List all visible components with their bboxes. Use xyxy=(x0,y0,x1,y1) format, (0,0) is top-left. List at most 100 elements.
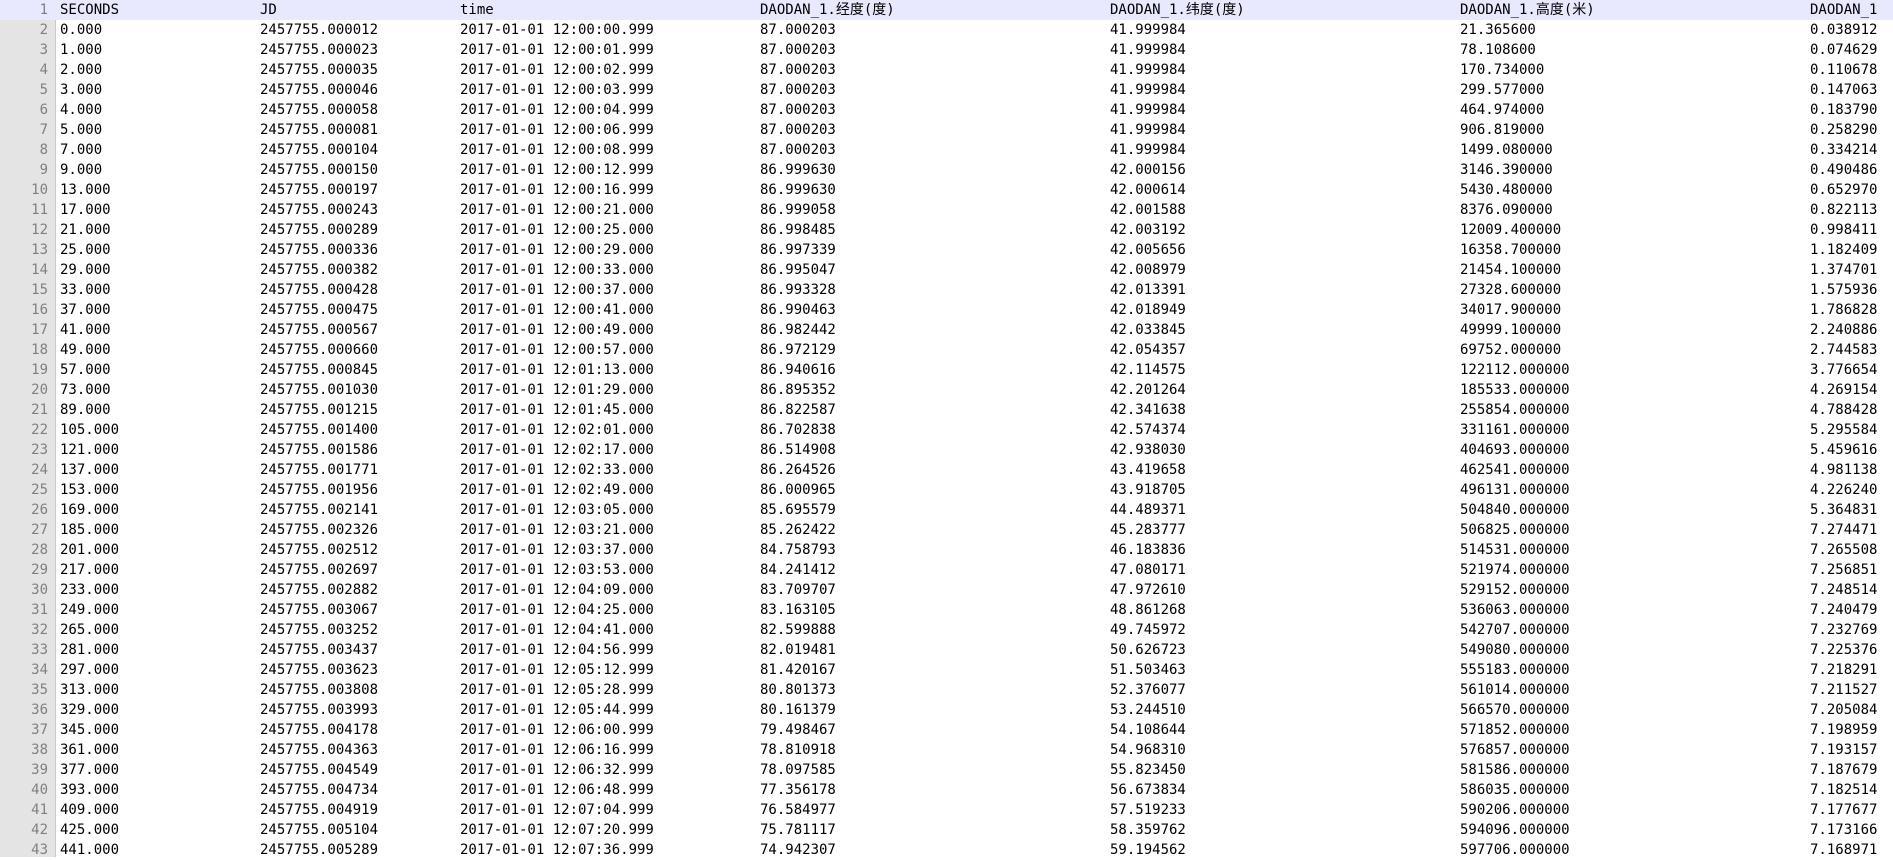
line-number: 9 xyxy=(39,162,48,178)
cell-value: 2017-01-01 12:02:17.000 xyxy=(460,442,654,458)
cell-value: 86.264526 xyxy=(760,462,836,478)
cell-value: 7.177677 xyxy=(1810,802,1878,818)
cell-value: 49.745972 xyxy=(1110,622,1186,638)
data-line[interactable]: 3 1.000 2457755.000023 2017-01-01 12:00:01.… xyxy=(0,40,1893,60)
cell-value: 80.801373 xyxy=(760,682,836,698)
data-line[interactable]: 19 57.000 2457755.000845 2017-01-01 12:01:1… xyxy=(0,360,1893,380)
data-line[interactable]: 11 17.000 2457755.000243 2017-01-01 12:00:2… xyxy=(0,200,1893,220)
cell-value: 2457755.001771 xyxy=(260,462,379,478)
data-line[interactable]: 13 25.000 2457755.000336 2017-01-01 12:00:2… xyxy=(0,240,1893,260)
cell-value: 571852.000000 xyxy=(1460,722,1570,738)
cell-value: 41.999984 xyxy=(1110,22,1186,38)
cell-value: 2457755.002882 xyxy=(260,582,379,598)
cell-value: 255854.000000 xyxy=(1460,402,1570,418)
cell-value: 2457755.001956 xyxy=(260,482,379,498)
cell-value: 21.000 xyxy=(60,222,111,238)
data-line[interactable]: 23 121.000 2457755.001586 2017-01-01 12:02:… xyxy=(0,440,1893,460)
data-line[interactable]: 24 137.000 2457755.001771 2017-01-01 12:02:… xyxy=(0,460,1893,480)
line-number: 18 xyxy=(31,342,48,358)
cell-value: 57.000 xyxy=(60,362,111,378)
data-line[interactable]: 18 49.000 2457755.000660 2017-01-01 12:00:5… xyxy=(0,340,1893,360)
cell-value: 42.033845 xyxy=(1110,322,1186,338)
cell-value: 57.519233 xyxy=(1110,802,1186,818)
data-line[interactable]: 22 105.000 2457755.001400 2017-01-01 12:02:… xyxy=(0,420,1893,440)
cell-value: 46.183836 xyxy=(1110,542,1186,558)
cell-value: 2457755.000012 xyxy=(260,22,379,38)
data-line[interactable]: 29 217.000 2457755.002697 2017-01-01 12:03:… xyxy=(0,560,1893,580)
cell-value: 41.999984 xyxy=(1110,82,1186,98)
cell-value: 54.968310 xyxy=(1110,742,1186,758)
data-line[interactable]: 20 73.000 2457755.001030 2017-01-01 12:01:2… xyxy=(0,380,1893,400)
data-line[interactable]: 4 2.000 2457755.000035 2017-01-01 12:00:02.… xyxy=(0,60,1893,80)
data-line[interactable]: 6 4.000 2457755.000058 2017-01-01 12:00:04.… xyxy=(0,100,1893,120)
data-line[interactable]: 34 297.000 2457755.003623 2017-01-01 12:05:… xyxy=(0,660,1893,680)
cell-value: 329.000 xyxy=(60,702,120,718)
header-line[interactable]: 1 SECONDS JD time DAODAN_1.经度(度) DAODAN_1.纬度(… xyxy=(0,0,1893,20)
data-line[interactable]: 16 37.000 2457755.000475 2017-01-01 12:00:4… xyxy=(0,300,1893,320)
cell-value: 85.695579 xyxy=(760,502,836,518)
cell-value: 86.822587 xyxy=(760,402,836,418)
data-line[interactable]: 40 393.000 2457755.004734 2017-01-01 12:06:… xyxy=(0,780,1893,800)
data-line[interactable]: 33 281.000 2457755.003437 2017-01-01 12:04:… xyxy=(0,640,1893,660)
data-line[interactable]: 36 329.000 2457755.003993 2017-01-01 12:05:… xyxy=(0,700,1893,720)
cell-value: 87.000203 xyxy=(760,62,836,78)
column-header: SECONDS xyxy=(60,2,120,18)
data-line[interactable]: 5 3.000 2457755.000046 2017-01-01 12:00:03.… xyxy=(0,80,1893,100)
cell-value: 2017-01-01 12:01:45.000 xyxy=(460,402,654,418)
data-line[interactable]: 37 345.000 2457755.004178 2017-01-01 12:06:… xyxy=(0,720,1893,740)
data-line[interactable]: 30 233.000 2457755.002882 2017-01-01 12:04:… xyxy=(0,580,1893,600)
data-line[interactable]: 10 13.000 2457755.000197 2017-01-01 12:00:1… xyxy=(0,180,1893,200)
data-line[interactable]: 42 425.000 2457755.005104 2017-01-01 12:07:… xyxy=(0,820,1893,840)
data-line[interactable]: 12 21.000 2457755.000289 2017-01-01 12:00:2… xyxy=(0,220,1893,240)
column-header: DAODAN_1.高度(米) xyxy=(1460,2,1595,18)
data-line[interactable]: 9 9.000 2457755.000150 2017-01-01 12:00:12.… xyxy=(0,160,1893,180)
data-line[interactable]: 28 201.000 2457755.002512 2017-01-01 12:03:… xyxy=(0,540,1893,560)
data-line[interactable]: 38 361.000 2457755.004363 2017-01-01 12:06:… xyxy=(0,740,1893,760)
cell-value: 86.997339 xyxy=(760,242,836,258)
data-line[interactable]: 17 41.000 2457755.000567 2017-01-01 12:00:4… xyxy=(0,320,1893,340)
data-line[interactable]: 41 409.000 2457755.004919 2017-01-01 12:07:… xyxy=(0,800,1893,820)
cell-value: 27328.600000 xyxy=(1460,282,1562,298)
cell-value: 2017-01-01 12:00:57.000 xyxy=(460,342,654,358)
cell-value: 58.359762 xyxy=(1110,822,1186,838)
data-line[interactable]: 27 185.000 2457755.002326 2017-01-01 12:03:… xyxy=(0,520,1893,540)
cell-value: 2457755.003993 xyxy=(260,702,379,718)
data-line[interactable]: 35 313.000 2457755.003808 2017-01-01 12:05:… xyxy=(0,680,1893,700)
data-line[interactable]: 7 5.000 2457755.000081 2017-01-01 12:00:06.… xyxy=(0,120,1893,140)
data-line[interactable]: 25 153.000 2457755.001956 2017-01-01 12:02:… xyxy=(0,480,1893,500)
cell-value: 153.000 xyxy=(60,482,120,498)
cell-value: 7.240479 xyxy=(1810,602,1878,618)
cell-value: 7.256851 xyxy=(1810,562,1878,578)
cell-value: 7.198959 xyxy=(1810,722,1878,738)
line-number: 32 xyxy=(31,622,48,638)
data-line[interactable]: 32 265.000 2457755.003252 2017-01-01 12:04:… xyxy=(0,620,1893,640)
data-line[interactable]: 21 89.000 2457755.001215 2017-01-01 12:01:4… xyxy=(0,400,1893,420)
data-line[interactable]: 14 29.000 2457755.000382 2017-01-01 12:00:3… xyxy=(0,260,1893,280)
line-number: 16 xyxy=(31,302,48,318)
data-line[interactable]: 26 169.000 2457755.002141 2017-01-01 12:03:… xyxy=(0,500,1893,520)
cell-value: 85.262422 xyxy=(760,522,836,538)
text-editor[interactable]: 1 SECONDS JD time DAODAN_1.经度(度) DAODAN_1.纬度(… xyxy=(0,0,1893,860)
cell-value: 462541.000000 xyxy=(1460,462,1570,478)
data-line[interactable]: 15 33.000 2457755.000428 2017-01-01 12:00:3… xyxy=(0,280,1893,300)
cell-value: 2457755.000035 xyxy=(260,62,379,78)
cell-value: 169.000 xyxy=(60,502,120,518)
data-line[interactable]: 31 249.000 2457755.003067 2017-01-01 12:04:… xyxy=(0,600,1893,620)
data-line[interactable]: 2 0.000 2457755.000012 2017-01-01 12:00:00.… xyxy=(0,20,1893,40)
cell-value: 2017-01-01 12:03:05.000 xyxy=(460,502,654,518)
line-number: 27 xyxy=(31,522,48,538)
cell-value: 42.201264 xyxy=(1110,382,1186,398)
data-line[interactable]: 39 377.000 2457755.004549 2017-01-01 12:06:… xyxy=(0,760,1893,780)
cell-value: 2457755.003437 xyxy=(260,642,379,658)
cell-value: 0.183790 xyxy=(1810,102,1878,118)
column-header: DAODAN_1 xyxy=(1810,2,1878,18)
cell-value: 86.972129 xyxy=(760,342,836,358)
cell-value: 41.000 xyxy=(60,322,111,338)
cell-value: 2457755.001586 xyxy=(260,442,379,458)
cell-value: 2017-01-01 12:03:21.000 xyxy=(460,522,654,538)
cell-value: 404693.000000 xyxy=(1460,442,1570,458)
data-line[interactable]: 43 441.000 2457755.005289 2017-01-01 12:07:… xyxy=(0,840,1893,860)
cell-value: 2457755.005289 xyxy=(260,842,379,858)
line-number: 31 xyxy=(31,602,48,618)
data-line[interactable]: 8 7.000 2457755.000104 2017-01-01 12:00:08.… xyxy=(0,140,1893,160)
